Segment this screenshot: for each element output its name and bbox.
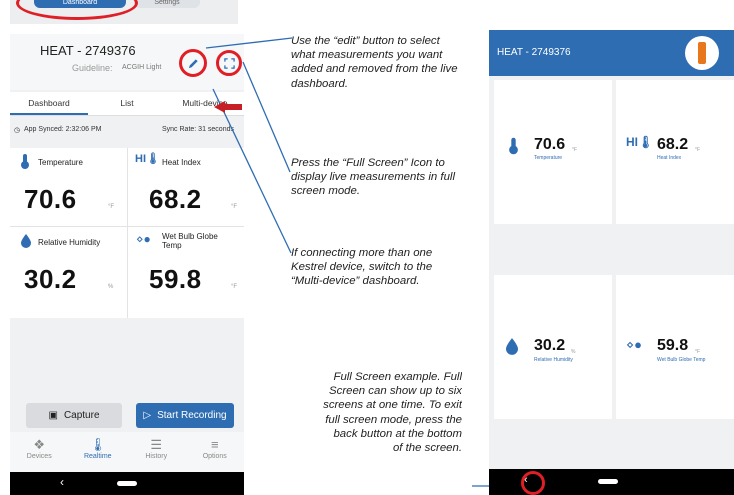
heat-index-icon: HI🌡 [626, 135, 654, 149]
droplet-icon [506, 338, 518, 355]
example-annotation: Full Screen example. Full Screen can sho… [323, 371, 462, 455]
fs-humidity-value: 30.2 [534, 337, 566, 354]
fs-heat-index-value: 68.2 [657, 136, 689, 153]
fullscreen-annotation: Press the “Full Screen” Icon to display … [291, 157, 455, 198]
phone-fullscreen: HEAT - 2749376 70.6 °F Temperature HI🌡 6… [489, 30, 734, 495]
thermometer-icon [509, 137, 518, 155]
fs-temperature-value: 70.6 [534, 136, 566, 153]
fs-humidity-unit: % [571, 349, 576, 355]
fs-heat-index-unit: °F [695, 147, 701, 153]
fs-humidity-label: Relative Humidity [534, 357, 573, 363]
fullscreen-tile[interactable]: 70.6 °F Temperature [494, 80, 612, 224]
fullscreen-tile[interactable]: HI🌡 68.2 °F Heat Index [616, 80, 734, 224]
fs-wbgt-label: Wet Bulb Globe Temp [657, 357, 706, 363]
fullscreen-tile[interactable]: ⋄● 59.8 °F Wet Bulb Globe Temp [616, 275, 734, 419]
back-button-highlight [521, 471, 545, 495]
fullscreen-title: HEAT - 2749376 [497, 47, 571, 58]
fs-wbgt-value: 59.8 [657, 337, 689, 354]
wet-bulb-globe-icon: ⋄● [626, 337, 642, 352]
fs-home-pill[interactable] [598, 479, 618, 484]
fs-temperature-unit: °F [572, 147, 578, 153]
fs-temperature-label: Temperature [534, 155, 563, 161]
kestrel-device-avatar [685, 36, 719, 70]
fs-heat-index-label: Heat Index [657, 155, 682, 161]
fullscreen-header: HEAT - 2749376 [489, 30, 734, 76]
edit-annotation: Use the “edit” button to select what mea… [291, 35, 458, 90]
kestrel-device-icon [698, 42, 706, 64]
multidevice-annotation: If connecting more than one Kestrel devi… [291, 247, 433, 288]
fs-wbgt-unit: °F [695, 349, 701, 355]
fullscreen-tile[interactable]: 30.2 % Relative Humidity [494, 275, 612, 419]
